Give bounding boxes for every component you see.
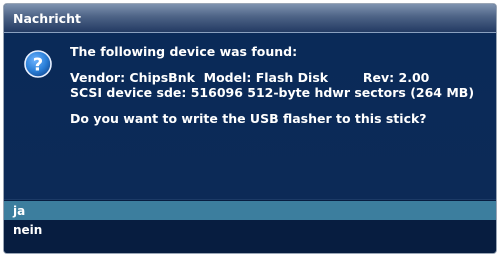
- message-model: Model: Flash Disk: [203, 70, 329, 85]
- message-vendor-line: Vendor: ChipsBnk Model: Flash Disk Rev: …: [70, 70, 490, 85]
- question-icon: ?: [24, 50, 52, 78]
- choice-ja[interactable]: ja: [4, 201, 496, 220]
- choice-nein[interactable]: nein: [4, 220, 496, 239]
- dialog-message: The following device was found: Vendor: …: [70, 44, 490, 126]
- message-rev: Rev: 2.00: [362, 70, 430, 85]
- message-question-line: Do you want to write the USB flasher to …: [70, 111, 427, 126]
- message-found-line: The following device was found:: [70, 44, 298, 59]
- message-vendor: Vendor: ChipsBnk: [70, 70, 195, 85]
- dialog-titlebar: Nachricht: [4, 4, 496, 33]
- choice-list: ja nein: [4, 199, 496, 253]
- dialog-title: Nachricht: [13, 10, 81, 26]
- dialog-body: ? The following device was found: Vendor…: [4, 33, 496, 199]
- message-dialog: Nachricht ? The following device was fou…: [3, 3, 497, 254]
- svg-text:?: ?: [33, 55, 43, 76]
- message-scsi-line: SCSI device sde: 516096 512-byte hdwr se…: [70, 85, 475, 100]
